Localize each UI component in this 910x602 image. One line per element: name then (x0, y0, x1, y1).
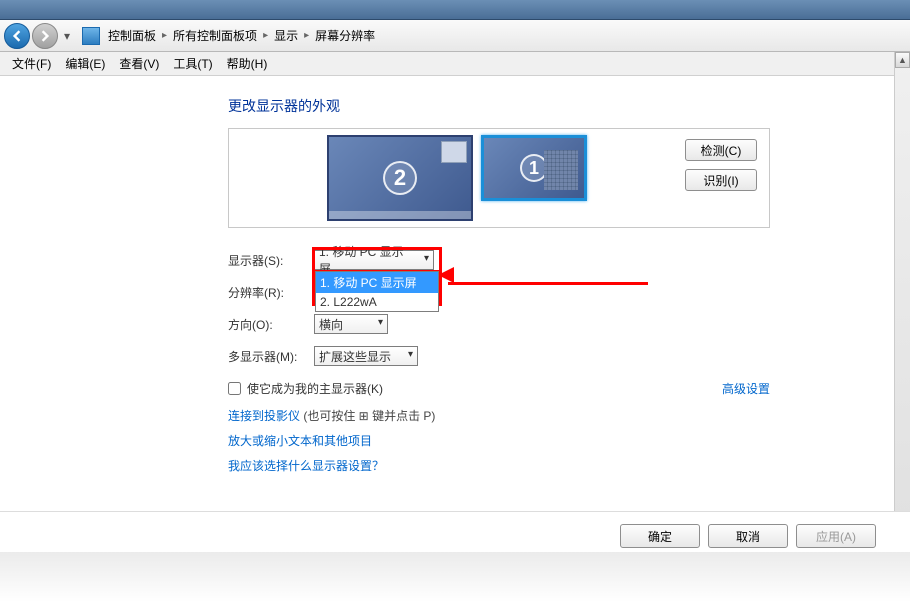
orientation-label: 方向(O): (228, 316, 314, 333)
dialog-footer: 确定 取消 应用(A) (0, 511, 910, 548)
identify-button[interactable]: 识别(I) (685, 169, 757, 191)
dropdown-option-1[interactable]: 1. 移动 PC 显示屏 (316, 272, 438, 293)
breadcrumb-item[interactable]: 所有控制面板项 (171, 27, 259, 44)
display-label: 显示器(S): (228, 252, 314, 269)
ok-button[interactable]: 确定 (620, 524, 700, 548)
grid-thumb-icon (544, 150, 578, 190)
display-settings-form: 显示器(S): 1. 移动 PC 显示屏 分辨率(R): 1. 移动 PC 显示… (228, 250, 882, 474)
breadcrumb-item[interactable]: 控制面板 (106, 27, 158, 44)
which-settings-link[interactable]: 我应该选择什么显示器设置？ (228, 457, 882, 474)
menu-help[interactable]: 帮助(H) (221, 53, 274, 74)
menu-edit[interactable]: 编辑(E) (59, 53, 111, 74)
menu-file[interactable]: 文件(F) (6, 53, 57, 74)
monitor-2-preview[interactable]: 2 (327, 135, 473, 221)
multi-display-label: 多显示器(M): (228, 348, 314, 365)
primary-display-checkbox[interactable] (228, 382, 241, 395)
content-pane: 更改显示器的外观 2 1 检测(C) 识别(I) 显示器(S): 1. 移动 P… (0, 76, 910, 484)
multi-display-select-value: 扩展这些显示 (319, 348, 391, 365)
annotation-arrow (448, 274, 648, 288)
apply-button[interactable]: 应用(A) (796, 524, 876, 548)
text-size-link[interactable]: 放大或缩小文本和其他项目 (228, 432, 882, 449)
breadcrumb[interactable]: 控制面板▸ 所有控制面板项▸ 显示▸ 屏幕分辨率 (106, 27, 377, 44)
multi-display-select[interactable]: 扩展这些显示 (314, 346, 418, 366)
advanced-settings-link[interactable]: 高级设置 (722, 380, 770, 397)
arrow-left-icon (11, 30, 23, 42)
display-dropdown-list[interactable]: 1. 移动 PC 显示屏 2. L222wA (315, 271, 439, 312)
bottom-shadow (0, 552, 910, 602)
connect-projector-link[interactable]: 连接到投影仪 (228, 409, 300, 423)
taskbar-thumb (329, 211, 471, 219)
nav-history-dropdown[interactable]: ▾ (60, 26, 74, 46)
monitor-number-badge: 2 (383, 161, 417, 195)
cancel-button[interactable]: 取消 (708, 524, 788, 548)
monitor-preview-box: 2 1 检测(C) 识别(I) (228, 128, 770, 228)
orientation-select-value: 横向 (319, 316, 343, 333)
arrow-head-icon (438, 267, 454, 283)
forward-button[interactable] (32, 23, 58, 49)
detect-button[interactable]: 检测(C) (685, 139, 757, 161)
breadcrumb-item[interactable]: 显示 (272, 27, 300, 44)
window-thumb-icon (441, 141, 467, 163)
control-panel-icon (82, 27, 100, 45)
menu-bar: 文件(F) 编辑(E) 查看(V) 工具(T) 帮助(H) (0, 52, 910, 76)
page-heading: 更改显示器的外观 (228, 96, 882, 116)
monitor-1-preview[interactable]: 1 (481, 135, 587, 201)
menu-tools[interactable]: 工具(T) (167, 53, 218, 74)
scroll-up-icon[interactable]: ▲ (895, 52, 910, 68)
resolution-label: 分辨率(R): (228, 284, 314, 301)
arrow-right-icon (39, 30, 51, 42)
display-select[interactable]: 1. 移动 PC 显示屏 (314, 250, 434, 270)
primary-display-checkbox-label: 使它成为我的主显示器(K) (247, 380, 383, 397)
menu-view[interactable]: 查看(V) (113, 53, 165, 74)
dropdown-option-2[interactable]: 2. L222wA (316, 293, 438, 311)
projector-hint: (也可按住 ⊞ 键并点击 P) (300, 409, 435, 423)
arrow-line (448, 282, 648, 285)
breadcrumb-item[interactable]: 屏幕分辨率 (313, 27, 377, 44)
orientation-select[interactable]: 横向 (314, 314, 388, 334)
back-button[interactable] (4, 23, 30, 49)
navigation-bar: ▾ 控制面板▸ 所有控制面板项▸ 显示▸ 屏幕分辨率 (0, 20, 910, 52)
window-titlebar (0, 0, 910, 20)
